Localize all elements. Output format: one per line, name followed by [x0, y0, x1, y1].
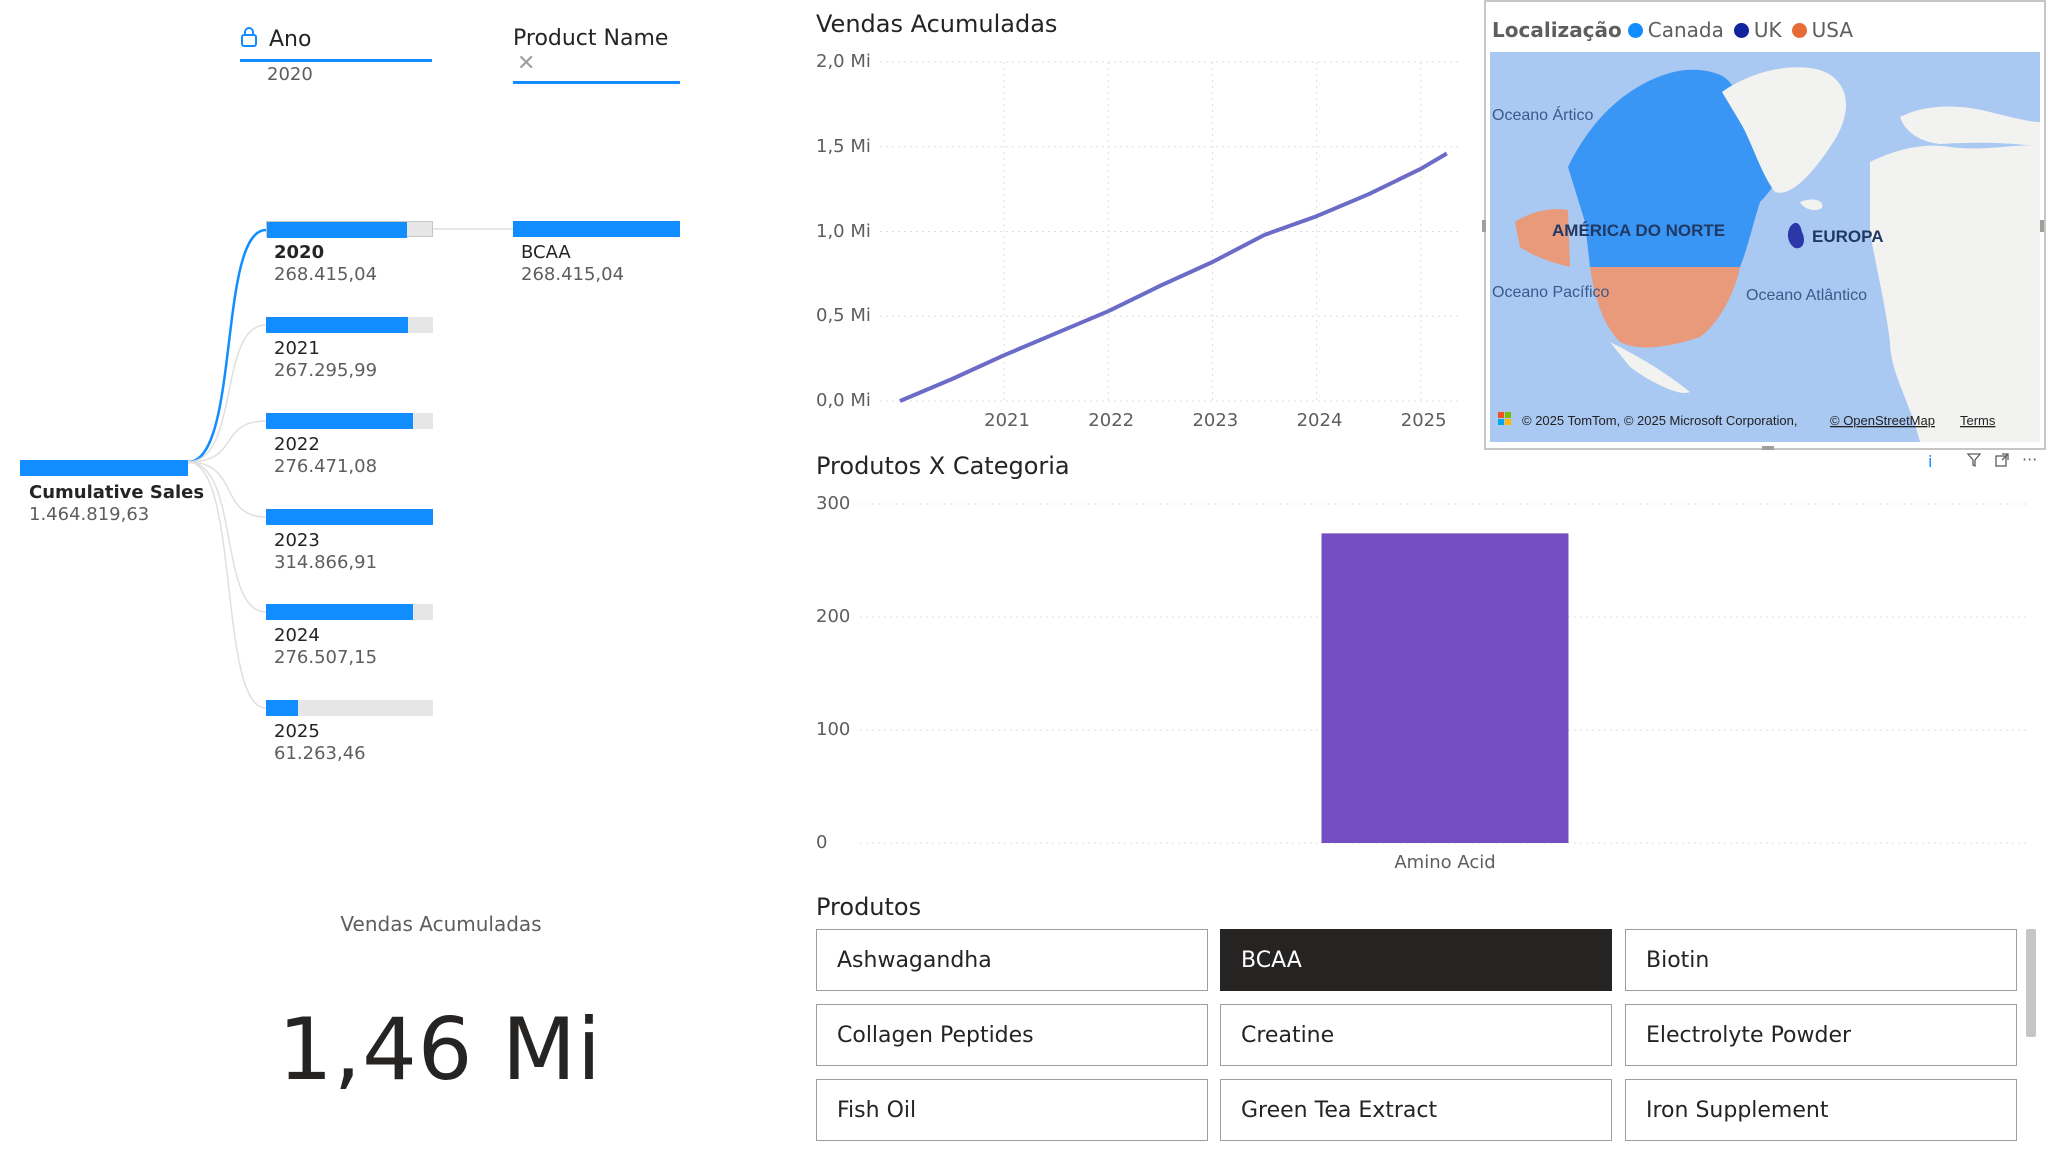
legend-item-usa[interactable]: USA: [1791, 18, 1854, 42]
tree-connectors: [187, 228, 513, 709]
y-tick-label: 200: [816, 606, 851, 627]
bar-chart-plot: Amino Acid: [860, 503, 2030, 873]
slicer-item[interactable]: Biotin: [1625, 929, 2017, 991]
year-node-bar-fill: [266, 509, 433, 525]
resize-handle-left[interactable]: [1482, 220, 1486, 232]
year-node-label: 2020: [274, 242, 325, 263]
year-node-label: 2025: [274, 721, 320, 742]
map-terms-link[interactable]: Terms: [1960, 413, 1996, 428]
year-node-label: 2022: [274, 434, 320, 455]
kpi-value: 1,46 Mi: [278, 1000, 602, 1100]
y-tick-label: 0: [816, 832, 828, 853]
year-node-value: 276.507,15: [274, 647, 378, 668]
focus-mode-icon[interactable]: [1994, 452, 2010, 472]
root-bar[interactable]: [20, 460, 188, 476]
year-node-value: 268.415,04: [274, 264, 378, 285]
resize-handle-bottom[interactable]: [1762, 446, 1774, 450]
map-legend-title: Localização: [1492, 18, 1622, 42]
year-node-bar-fill: [266, 604, 413, 620]
map-osm-link[interactable]: © OpenStreetMap: [1830, 413, 1935, 428]
legend-label: USA: [1811, 18, 1854, 42]
year-node-value: 276.471,08: [274, 456, 378, 477]
slicer-item[interactable]: Green Tea Extract: [1220, 1079, 1612, 1141]
bar-amino-acid[interactable]: [1321, 533, 1569, 843]
slicer-item[interactable]: Fish Oil: [816, 1079, 1208, 1141]
slicer-scrollbar[interactable]: [2026, 929, 2036, 1037]
product-node-value: 268.415,04: [521, 264, 625, 285]
info-icon[interactable]: i: [1928, 452, 1932, 471]
legend-item-uk[interactable]: UK: [1733, 18, 1782, 42]
y-tick-label: 100: [816, 719, 851, 740]
slicer-item[interactable]: BCAA: [1220, 929, 1612, 991]
year-node-bar[interactable]: [266, 700, 433, 716]
resize-handle-right[interactable]: [2040, 220, 2044, 232]
year-node-bar-fill: [266, 413, 413, 429]
year-node-label: 2021: [274, 338, 320, 359]
bar-chart-title: Produtos X Categoria: [816, 452, 1070, 480]
y-tick-label: 300: [816, 493, 851, 514]
year-node-value: 314.866,91: [274, 552, 378, 573]
year-node-bar-fill: [267, 222, 408, 238]
y-tick-label: 1,0 Mi: [816, 220, 871, 242]
series-line-cumulative-sales[interactable]: [899, 151, 1448, 403]
year-node-bar-fill: [266, 317, 408, 333]
slicer-item[interactable]: Creatine: [1220, 1004, 1612, 1066]
slicer-item[interactable]: Electrolyte Powder: [1625, 1004, 2017, 1066]
map-canvas[interactable]: AMÉRICA DO NORTE EUROPA Oceano Ártico Oc…: [1490, 52, 2040, 442]
year-node-bar[interactable]: [266, 509, 433, 525]
legend-dot-icon: [1733, 22, 1749, 38]
product-node-label: BCAA: [521, 242, 571, 263]
y-tick-label: 0,5 Mi: [816, 305, 871, 327]
line-chart-plot: [880, 61, 1460, 403]
year-node-bar[interactable]: [266, 317, 433, 333]
map-label-pacific: Oceano Pacífico: [1492, 284, 1610, 301]
year-node-bar[interactable]: [266, 413, 433, 429]
slicer-item[interactable]: Iron Supplement: [1625, 1079, 2017, 1141]
year-node-label: 2024: [274, 625, 320, 646]
legend-dot-icon: [1791, 22, 1807, 38]
slicer-item[interactable]: Ashwagandha: [816, 929, 1208, 991]
legend-dot-icon: [1627, 22, 1643, 38]
map-label-atlantic: Oceano Atlântico: [1746, 287, 1867, 304]
map-legend: Localização Canada UK USA: [1492, 18, 1857, 42]
more-options-icon[interactable]: ···: [2022, 450, 2037, 469]
y-tick-label: 0,0 Mi: [816, 390, 871, 411]
year-node-value: 61.263,46: [274, 743, 366, 764]
year-node-label: 2023: [274, 530, 320, 551]
slicer-title: Produtos: [816, 893, 922, 921]
root-label: Cumulative Sales: [29, 482, 205, 503]
map-copyright: © 2025 TomTom, © 2025 Microsoft Corporat…: [1522, 413, 1797, 428]
map-label-arctic: Oceano Ártico: [1492, 105, 1593, 124]
legend-label: UK: [1753, 18, 1782, 42]
y-tick-label: 1,5 Mi: [816, 135, 871, 157]
map-label-north-america: AMÉRICA DO NORTE: [1552, 221, 1725, 240]
year-node-bar-fill: [266, 700, 298, 716]
legend-label: Canada: [1647, 18, 1724, 42]
slicer-item[interactable]: Collagen Peptides: [816, 1004, 1208, 1066]
year-node-bar[interactable]: [266, 221, 433, 238]
x-category-label: Amino Acid: [1394, 852, 1495, 873]
legend-item-canada[interactable]: Canada: [1627, 18, 1724, 42]
line-chart-title: Vendas Acumuladas: [816, 10, 1058, 38]
year-node-value: 267.295,99: [274, 360, 378, 381]
map-label-europe: EUROPA: [1812, 227, 1883, 246]
filter-icon[interactable]: [1966, 452, 1982, 472]
year-node-bar[interactable]: [266, 604, 433, 620]
product-node-bar[interactable]: [513, 221, 680, 237]
kpi-label: Vendas Acumuladas: [340, 912, 542, 936]
root-value: 1.464.819,63: [29, 504, 150, 525]
y-tick-label: 2,0 Mi: [816, 51, 871, 72]
